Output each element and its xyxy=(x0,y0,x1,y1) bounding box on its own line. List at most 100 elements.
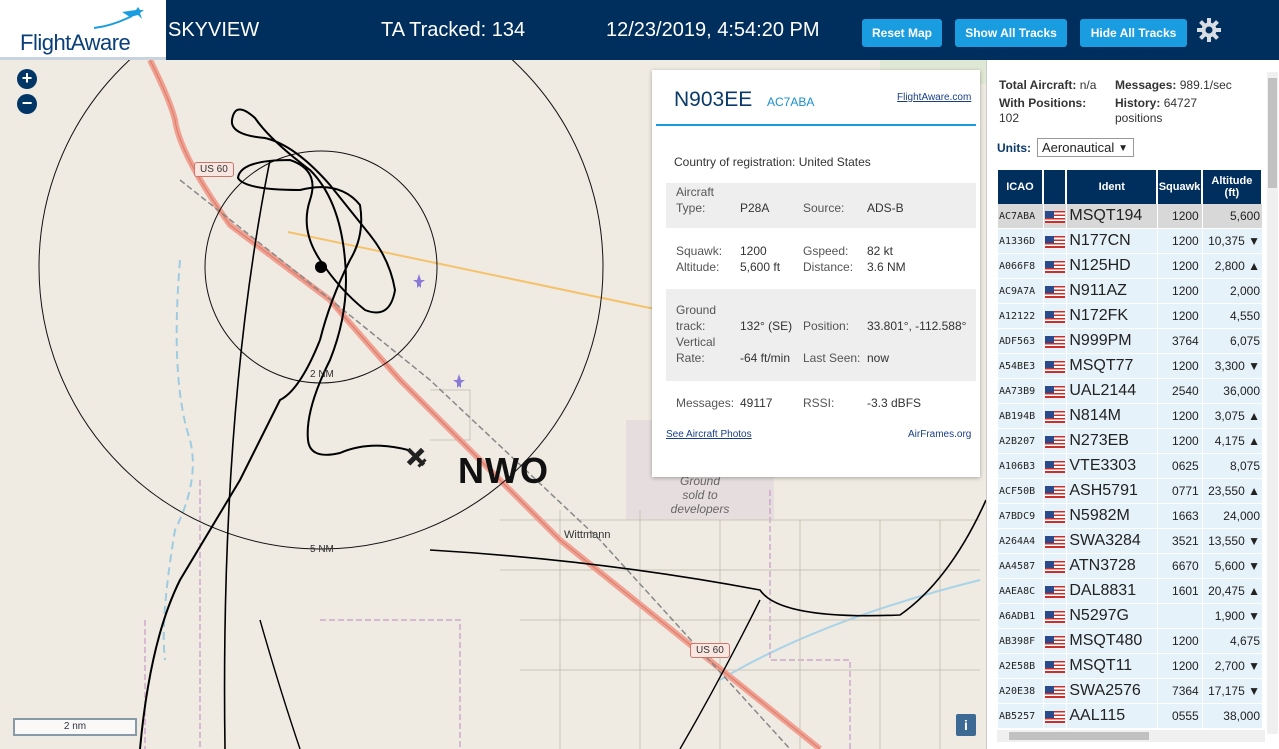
table-row[interactable]: AA73B9 UAL2144 2540 36,000 xyxy=(998,379,1262,404)
altitude-header-l2: (ft) xyxy=(1224,187,1240,199)
squawk-cell: 0555 xyxy=(1158,704,1202,729)
table-row[interactable]: A7BDC9 N5982M 1663 24,000 xyxy=(998,504,1262,529)
column-header-icao[interactable]: ICAO xyxy=(998,170,1043,204)
altitude-value: 5,600 ft xyxy=(740,260,781,274)
us-flag-icon xyxy=(1045,410,1066,423)
table-row[interactable]: A6ADB1 N5297G 1,900 ▼ xyxy=(998,604,1262,629)
horizontal-scrollbar[interactable] xyxy=(997,730,1265,742)
history-label: History: xyxy=(1115,96,1161,110)
table-row[interactable]: AB398F MSQT480 1200 4,675 xyxy=(998,629,1262,654)
icao-cell: A6ADB1 xyxy=(998,604,1043,629)
units-label: Units: xyxy=(997,141,1031,155)
vertical-rate-value: -64 ft/min xyxy=(740,351,791,365)
us-flag-icon xyxy=(1045,385,1066,398)
table-row[interactable]: A2E58B MSQT11 1200 2,700 ▼ xyxy=(998,654,1262,679)
ident-cell: N999PM xyxy=(1067,329,1158,354)
us-flag-icon xyxy=(1045,660,1066,673)
zoom-out-button[interactable]: − xyxy=(17,94,37,114)
reset-map-button[interactable]: Reset Map xyxy=(862,19,942,47)
ident-cell: N273EB xyxy=(1067,429,1158,454)
table-row[interactable]: A066F8 N125HD 1200 2,800 ▲ xyxy=(998,254,1262,279)
history-unit: positions xyxy=(1115,111,1163,125)
flag-cell xyxy=(1043,479,1067,504)
altitude-cell: 36,000 xyxy=(1202,379,1262,404)
altitude-cell: 4,675 xyxy=(1202,629,1262,654)
table-row[interactable]: ACF50B ASH5791 0771 23,550 ▲ xyxy=(998,479,1262,504)
icao-cell: AC9A7A xyxy=(998,279,1043,304)
country-of-registration: Country of registration: United States xyxy=(674,155,871,169)
position-label: Position: xyxy=(803,319,850,333)
flightaware-logo[interactable]: FlightAware xyxy=(0,0,166,60)
us-flag-icon xyxy=(1045,610,1066,623)
distance-label: Distance: xyxy=(803,260,854,274)
us-flag-icon xyxy=(1045,710,1066,723)
us-flag-icon xyxy=(1045,685,1066,698)
selected-aircraft-icon[interactable] xyxy=(401,442,431,472)
with-positions-label: With Positions: xyxy=(999,96,1087,110)
flag-cell xyxy=(1043,429,1067,454)
aircraft-marker-icon[interactable] xyxy=(413,274,425,288)
column-header-flag[interactable] xyxy=(1043,170,1067,204)
airframes-link[interactable]: AirFrames.org xyxy=(908,429,971,440)
ident-cell: AAL115 xyxy=(1067,704,1158,729)
altitude-cell: 3,300 ▼ xyxy=(1202,354,1262,379)
aircraft-marker-icon[interactable] xyxy=(453,374,465,388)
altitude-cell: 20,475 ▲ xyxy=(1202,579,1262,604)
column-header-squawk[interactable]: Squawk xyxy=(1158,170,1202,204)
altitude-cell: 17,175 ▼ xyxy=(1202,679,1262,704)
column-header-altitude[interactable]: Altitude (ft) xyxy=(1202,170,1262,204)
table-row[interactable]: ADF563 N999PM 3764 6,075 xyxy=(998,329,1262,354)
table-row[interactable]: AB5257 AAL115 0555 38,000 xyxy=(998,704,1262,729)
table-row[interactable]: A106B3 VTE3303 0625 8,075 xyxy=(998,454,1262,479)
units-select[interactable]: Aeronautical ▼ xyxy=(1037,138,1134,157)
flightaware-link[interactable]: FlightAware.com xyxy=(897,92,971,103)
info-block-speed: Squawk: 1200 Gspeed: 82 kt Altitude: 5,6… xyxy=(666,236,976,281)
last-seen-value: now xyxy=(867,351,890,365)
table-row[interactable]: AC7ABA MSQT194 1200 5,600 xyxy=(998,204,1262,229)
road-sign-us60: US 60 xyxy=(194,162,234,177)
flag-cell xyxy=(1043,704,1067,729)
squawk-value: 1200 xyxy=(740,244,767,258)
hide-all-tracks-button[interactable]: Hide All Tracks xyxy=(1080,19,1187,47)
altitude-label: Altitude: xyxy=(676,260,720,274)
squawk-cell: 1200 xyxy=(1158,629,1202,654)
table-row[interactable]: A264A4 SWA3284 3521 13,550 ▼ xyxy=(998,529,1262,554)
show-all-tracks-button[interactable]: Show All Tracks xyxy=(955,19,1067,47)
table-row[interactable]: AC9A7A N911AZ 1200 2,000 xyxy=(998,279,1262,304)
scroll-thumb[interactable] xyxy=(1009,732,1149,740)
road-sign-us60: US 60 xyxy=(690,643,730,658)
aircraft-ident: N903EE xyxy=(674,88,753,111)
squawk-cell: 1200 xyxy=(1158,204,1202,229)
column-header-ident[interactable]: Ident xyxy=(1067,170,1158,204)
icao-cell: A54BE3 xyxy=(998,354,1043,379)
table-row[interactable]: AA4587 ATN3728 6670 5,600 ▼ xyxy=(998,554,1262,579)
vertical-scrollbar[interactable] xyxy=(1267,72,1278,734)
ground-track-value: 132° (SE) xyxy=(740,319,793,333)
table-row[interactable]: A1336D N177CN 1200 10,375 ▼ xyxy=(998,229,1262,254)
zoom-in-button[interactable]: + xyxy=(17,69,37,89)
map-info-button[interactable]: i xyxy=(956,714,976,736)
icao-cell: A106B3 xyxy=(998,454,1043,479)
icao-cell: ADF563 xyxy=(998,329,1043,354)
gspeed-label: Gspeed: xyxy=(803,244,849,258)
table-row[interactable]: A12122 N172FK 1200 4,550 xyxy=(998,304,1262,329)
table-row[interactable]: A20E38 SWA2576 7364 17,175 ▼ xyxy=(998,679,1262,704)
squawk-cell: 0771 xyxy=(1158,479,1202,504)
flag-cell xyxy=(1043,579,1067,604)
ident-cell: MSQT480 xyxy=(1067,629,1158,654)
aircraft-photos-link[interactable]: See Aircraft Photos xyxy=(666,429,752,440)
table-row[interactable]: AAEA8C DAL8831 1601 20,475 ▲ xyxy=(998,579,1262,604)
us-flag-icon xyxy=(1045,260,1066,273)
table-row[interactable]: AB194B N814M 1200 3,075 ▲ xyxy=(998,404,1262,429)
table-row[interactable]: A2B207 N273EB 1200 4,175 ▲ xyxy=(998,429,1262,454)
table-row[interactable]: A54BE3 MSQT77 1200 3,300 ▼ xyxy=(998,354,1262,379)
us-flag-icon xyxy=(1045,535,1066,548)
icao-cell: AC7ABA xyxy=(998,204,1043,229)
us-flag-icon xyxy=(1045,210,1066,223)
with-positions: With Positions: 102 xyxy=(999,96,1086,126)
gear-icon[interactable] xyxy=(1196,17,1222,43)
scroll-thumb[interactable] xyxy=(1268,78,1277,188)
ident-cell: N172FK xyxy=(1067,304,1158,329)
rssi-value: -3.3 dBFS xyxy=(867,396,922,410)
us-flag-icon xyxy=(1045,560,1066,573)
